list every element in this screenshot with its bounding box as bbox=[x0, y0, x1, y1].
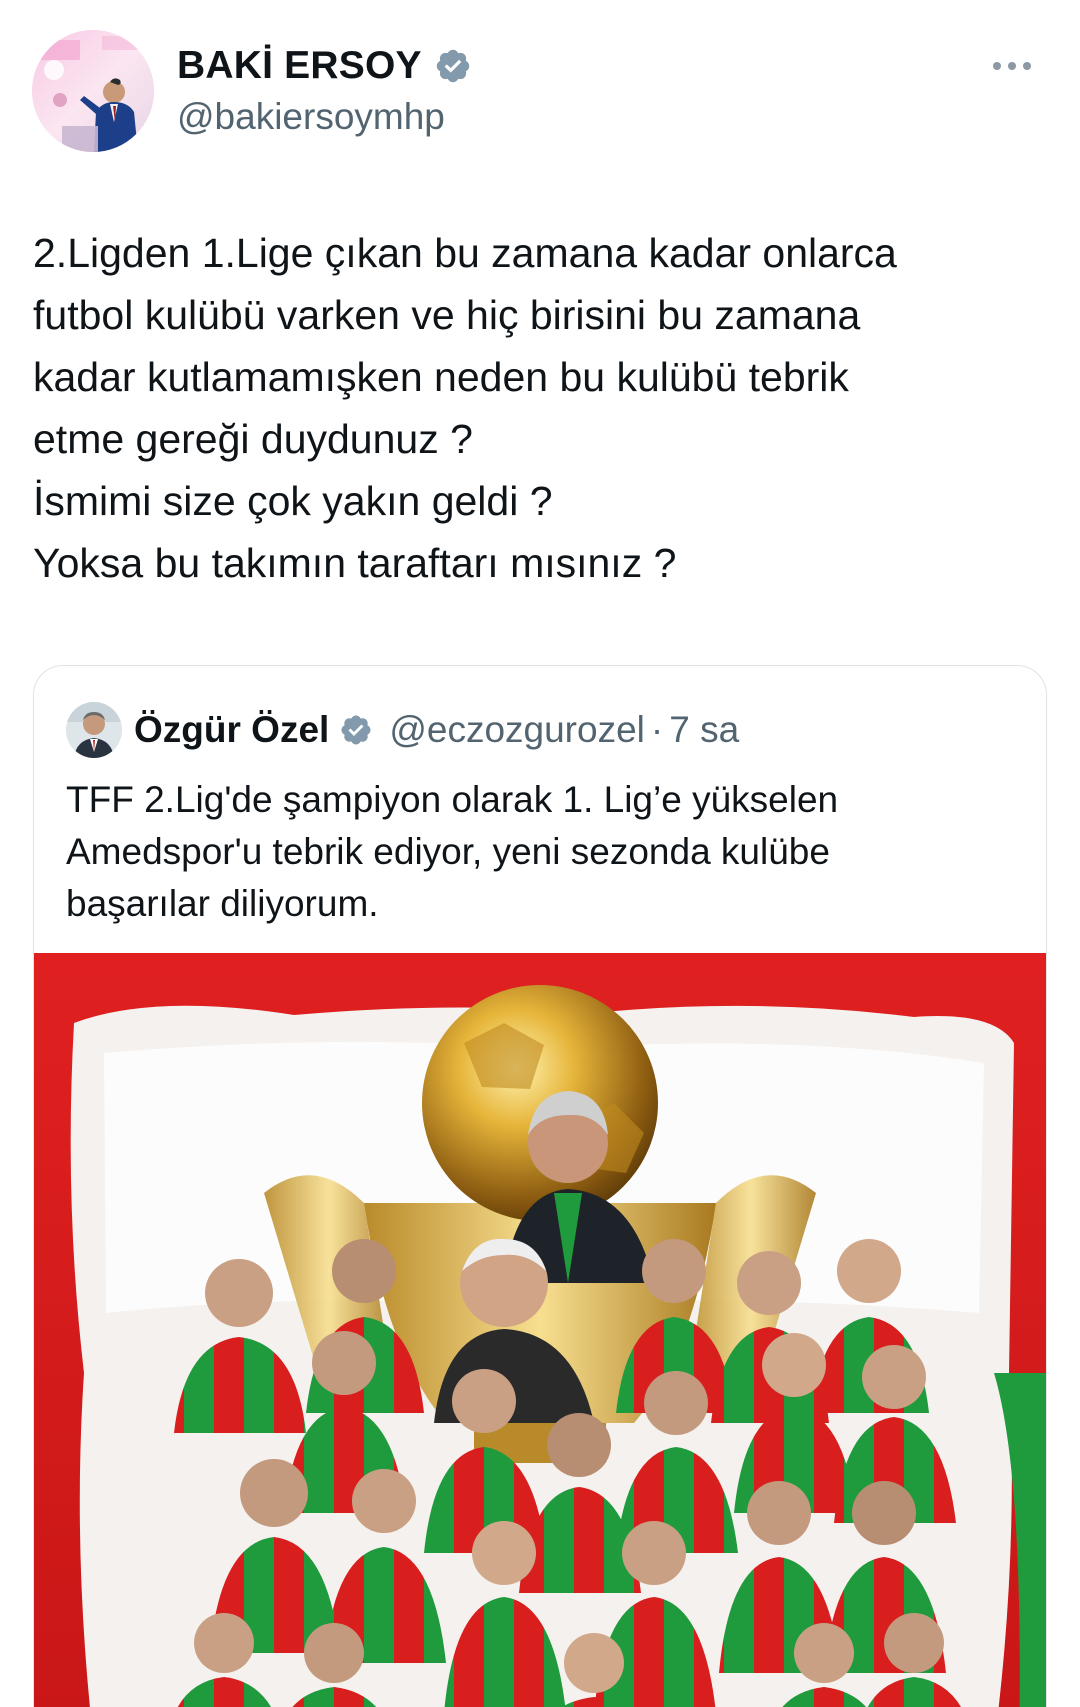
tweet-text-line: futbol kulübü varken ve hiç birisini bu … bbox=[33, 292, 861, 338]
quoted-tweet-text-line: başarılar diliyorum. bbox=[66, 883, 379, 924]
team-poster-illustration bbox=[34, 953, 1046, 1707]
quoted-tweet-timestamp[interactable]: 7 sa bbox=[669, 709, 739, 751]
more-options-button[interactable] bbox=[984, 52, 1040, 82]
quoted-tweet-card[interactable]: Özgür Özel @eczozgurozel · 7 sa TFF 2.Li… bbox=[33, 665, 1047, 1707]
quoted-tweet-image[interactable] bbox=[34, 953, 1046, 1707]
tweet-text-line: 2.Ligden 1.Lige çıkan bu zamana kadar on… bbox=[33, 230, 897, 276]
quoted-author-handle[interactable]: @eczozgurozel bbox=[389, 709, 645, 751]
tweet-text-line: Yoksa bu takımın taraftarı mısınız ? bbox=[33, 540, 677, 586]
author-display-name[interactable]: BAKİ ERSOY bbox=[177, 44, 422, 88]
quoted-tweet-header: Özgür Özel @eczozgurozel · 7 sa bbox=[66, 702, 739, 758]
author-handle[interactable]: @bakiersoymhp bbox=[177, 96, 445, 138]
more-options-icon bbox=[992, 58, 1032, 76]
dot-separator: · bbox=[650, 709, 664, 750]
author-avatar[interactable] bbox=[32, 30, 154, 152]
quoted-tweet-text: TFF 2.Lig'de şampiyon olarak 1. Lig’e yü… bbox=[66, 774, 1026, 930]
author-name-row[interactable]: BAKİ ERSOY bbox=[177, 44, 472, 88]
verified-badge-icon bbox=[434, 47, 472, 85]
tweet-text-line: kadar kutlamamışken neden bu kulübü tebr… bbox=[33, 354, 849, 400]
tweet-text-line: İsmimi size çok yakın geldi ? bbox=[33, 478, 553, 524]
tweet-page: BAKİ ERSOY @bakiersoymhp 2.Ligden 1.Lige… bbox=[0, 0, 1080, 1707]
tweet-text-line: etme gereği duydunuz ? bbox=[33, 416, 473, 462]
tweet-text: 2.Ligden 1.Lige çıkan bu zamana kadar on… bbox=[33, 222, 1053, 594]
quoted-author-display-name[interactable]: Özgür Özel bbox=[134, 709, 329, 751]
quoted-author-avatar[interactable] bbox=[66, 702, 122, 758]
quoted-tweet-text-line: Amedspor'u tebrik ediyor, yeni sezonda k… bbox=[66, 831, 830, 872]
verified-badge-icon bbox=[339, 713, 373, 747]
quoted-tweet-text-line: TFF 2.Lig'de şampiyon olarak 1. Lig’e yü… bbox=[66, 779, 839, 820]
